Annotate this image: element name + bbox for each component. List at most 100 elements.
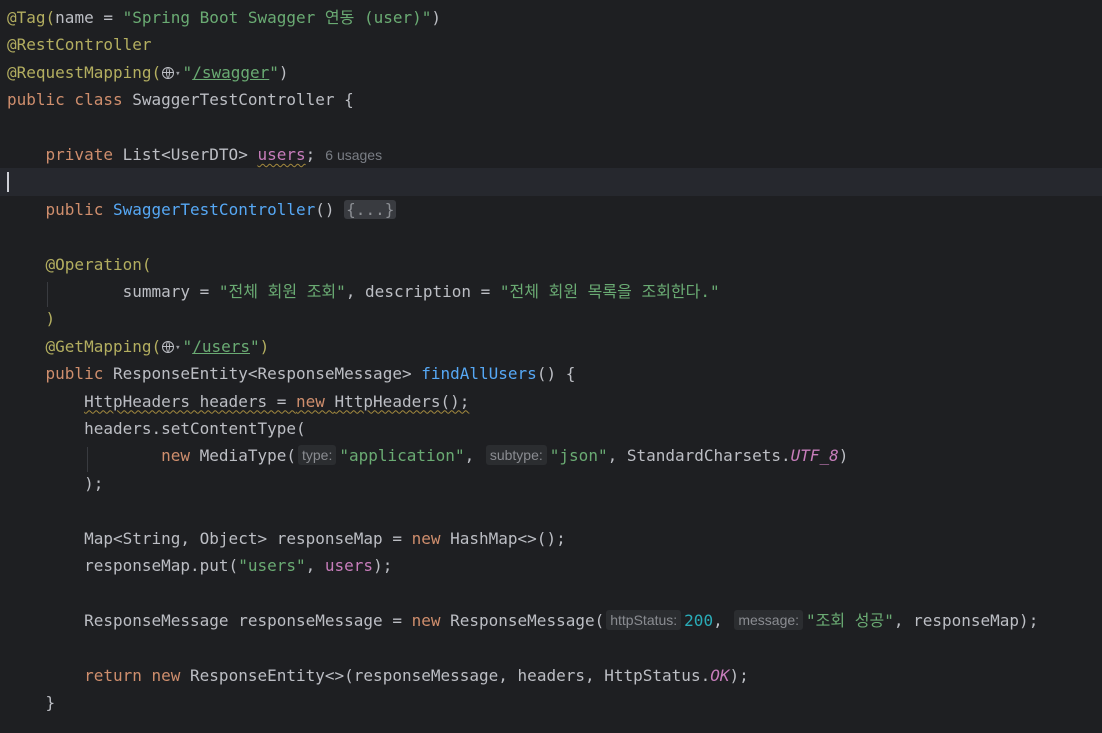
code-line[interactable]: @GetMapping(▾ "/users") [0, 333, 1102, 360]
code-line[interactable]: summary = "전체 회원 조회", description = "전체 … [0, 278, 1102, 305]
code-line[interactable]: return new ResponseEntity<>(responseMess… [0, 662, 1102, 689]
code-line[interactable]: } [0, 689, 1102, 716]
code-token: ResponseMessage( [450, 610, 605, 630]
code-token: SwaggerTestController { [132, 90, 354, 110]
code-token: " [182, 336, 193, 356]
code-token: SwaggerTestController [112, 199, 316, 219]
globe-icon[interactable] [162, 66, 175, 79]
code-token: ); [373, 556, 393, 575]
code-line-content: private List<UserDTO> users; 6 usages [7, 141, 383, 169]
code-token: " [249, 336, 260, 356]
parameter-hint: message: [734, 609, 804, 630]
code-token: MediaType( [199, 446, 296, 466]
code-line-content: @Operation( [7, 251, 152, 278]
code-token: @RestController [7, 35, 152, 55]
code-token: List<UserDTO> [122, 145, 258, 164]
parameter-hint: subtype: [485, 445, 547, 466]
code-token: " [182, 62, 193, 82]
code-line-content: Map<String, Object> responseMap = new Ha… [7, 525, 566, 552]
code-line-content: ) [7, 305, 56, 332]
code-token: "json" [549, 446, 608, 466]
code-token: , description = [345, 282, 500, 301]
folded-code-block[interactable]: {...} [344, 199, 397, 219]
code-line[interactable]: Map<String, Object> responseMap = new Ha… [0, 525, 1102, 552]
code-line[interactable]: new MediaType(type: "application", subtyp… [0, 442, 1102, 469]
code-token: " [269, 62, 279, 82]
code-line[interactable]: public class SwaggerTestController { [0, 86, 1102, 113]
code-line-content: @Tag(name = "Spring Boot Swagger 연동 (use… [7, 4, 441, 31]
code-token: Map<String, Object> responseMap = [7, 528, 412, 548]
code-token: @RequestMapping( [7, 62, 162, 82]
code-line-content: new MediaType(type: "application", subtyp… [7, 442, 848, 469]
code-line[interactable]: @RestController [0, 31, 1102, 58]
code-token: HttpHeaders headers = [84, 391, 296, 411]
code-token: ) [7, 309, 56, 329]
code-token: new [295, 391, 335, 411]
code-token: "Spring Boot Swagger 연동 (user)" [122, 8, 432, 27]
code-token: @Tag( [7, 8, 56, 27]
code-token: users [257, 145, 306, 164]
code-token: responseMap.put( [7, 556, 239, 575]
code-line[interactable] [0, 223, 1102, 250]
code-token: OK [710, 665, 730, 685]
code-line[interactable]: ResponseMessage responseMessage = new Re… [0, 607, 1102, 634]
code-line-content: return new ResponseEntity<>(responseMess… [7, 662, 749, 689]
code-line[interactable]: @RequestMapping(▾ "/swagger") [0, 59, 1102, 86]
code-line[interactable] [0, 634, 1102, 661]
code-token: summary = [7, 282, 219, 301]
code-token: ResponseMessage responseMessage = [7, 610, 412, 630]
code-line-content: responseMap.put("users", users); [7, 552, 392, 579]
code-line[interactable] [0, 114, 1102, 141]
globe-icon[interactable] [162, 340, 175, 353]
chevron-down-icon[interactable]: ▾ [175, 69, 180, 79]
code-token: , [713, 610, 733, 630]
code-token: } [7, 693, 56, 712]
code-token: 200 [684, 610, 714, 630]
code-token: () { [536, 364, 576, 384]
code-token: ) [431, 8, 442, 27]
code-line-content: summary = "전체 회원 조회", description = "전체 … [7, 278, 720, 305]
code-line[interactable]: private List<UserDTO> users; 6 usages [0, 141, 1102, 168]
code-line-content: public class SwaggerTestController { [7, 86, 354, 113]
code-line[interactable] [0, 168, 1102, 196]
code-line[interactable]: @Operation( [0, 251, 1102, 278]
code-line[interactable] [0, 497, 1102, 524]
code-token: ) [278, 62, 289, 82]
code-token: ); [729, 665, 749, 685]
code-line-content: ResponseMessage responseMessage = new Re… [7, 607, 1038, 634]
code-line[interactable]: public SwaggerTestController() {...} [0, 196, 1102, 223]
code-token: UTF_8 [790, 446, 839, 466]
code-token: public class [7, 90, 133, 110]
code-token: "전체 회원 목록을 조회한다." [499, 282, 720, 301]
parameter-hint: httpStatus: [606, 609, 682, 630]
code-token: ) [259, 336, 270, 356]
code-token: HttpHeaders(); [334, 391, 470, 411]
code-token: public [45, 199, 113, 219]
code-token: /users [192, 336, 250, 356]
code-line-content: } [7, 689, 56, 716]
code-token: users [324, 556, 374, 575]
code-line[interactable]: @Tag(name = "Spring Boot Swagger 연동 (use… [0, 4, 1102, 31]
code-editor[interactable]: @Tag(name = "Spring Boot Swagger 연동 (use… [0, 0, 1102, 733]
usages-hint[interactable]: 6 usages [325, 147, 382, 163]
code-token: ) [838, 446, 849, 466]
code-line[interactable]: ); [0, 470, 1102, 497]
code-token: new [411, 610, 451, 630]
code-line[interactable]: headers.setContentType( [0, 415, 1102, 442]
code-line[interactable] [0, 579, 1102, 606]
code-token: () [315, 199, 345, 219]
code-line-content: headers.setContentType( [7, 415, 306, 442]
code-token: ; [305, 145, 316, 164]
code-line[interactable]: responseMap.put("users", users); [0, 552, 1102, 579]
code-line[interactable]: public ResponseEntity<ResponseMessage> f… [0, 360, 1102, 387]
code-token: "users" [238, 556, 306, 575]
code-line[interactable]: ) [0, 305, 1102, 332]
chevron-down-icon[interactable]: ▾ [175, 343, 180, 353]
code-token: private [45, 145, 123, 164]
code-line[interactable]: HttpHeaders headers = new HttpHeaders(); [0, 388, 1102, 415]
code-token: @GetMapping( [45, 336, 162, 356]
code-token: "조회 성공" [806, 610, 894, 630]
